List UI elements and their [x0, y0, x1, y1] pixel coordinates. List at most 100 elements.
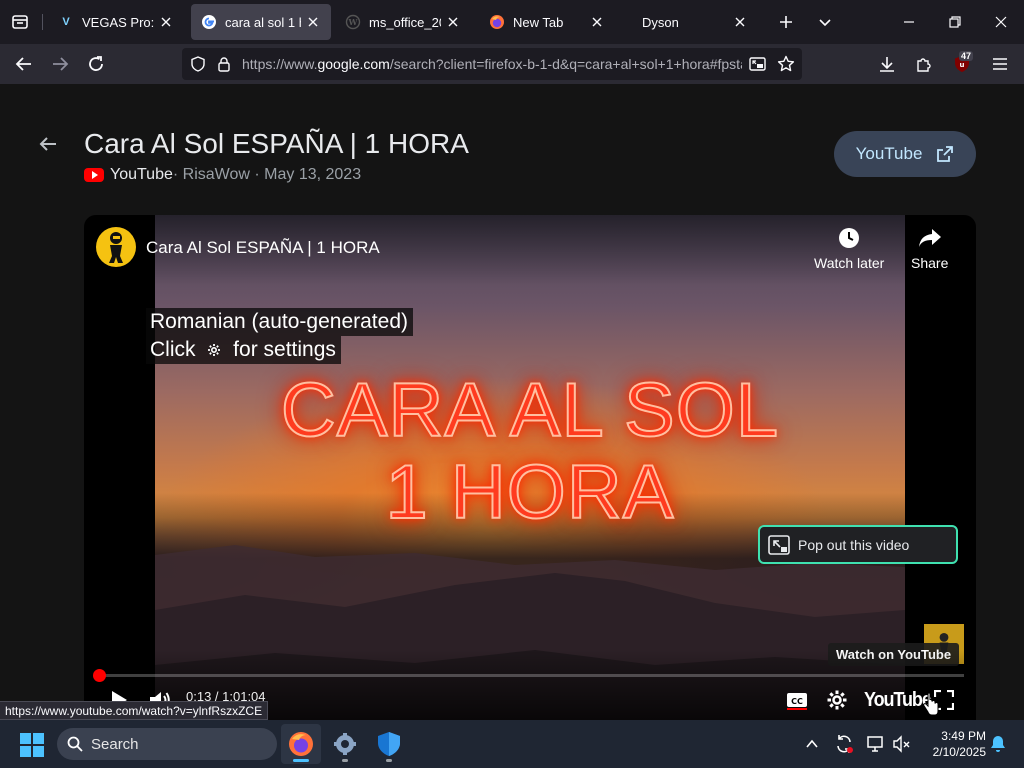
url-path: /search?client=firefox-b-1-d&q=cara+al+s… [389, 56, 742, 72]
forward-arrow-icon [53, 57, 69, 71]
watch-later-button[interactable]: Watch later [814, 227, 884, 271]
clock-icon [839, 228, 860, 248]
share-arrow-icon [918, 229, 941, 247]
settings-gear-icon [334, 733, 356, 755]
sync-icon [837, 735, 853, 753]
reload-icon [89, 56, 103, 71]
watch-later-label: Watch later [814, 255, 885, 271]
lock-icon[interactable] [214, 54, 234, 74]
taskbar-defender[interactable] [369, 724, 409, 764]
settings-button[interactable] [824, 685, 850, 715]
new-tab-button[interactable] [772, 8, 800, 36]
app-menu-button[interactable] [986, 50, 1014, 78]
restore-icon [949, 16, 961, 28]
tray-network-button[interactable] [864, 732, 888, 756]
share-button[interactable]: Share [911, 227, 948, 271]
list-all-tabs-button[interactable] [811, 8, 839, 36]
url-domain: google.com [317, 56, 390, 72]
tray-sync-button[interactable] [832, 732, 856, 756]
shield-icon[interactable] [188, 54, 208, 74]
tray-volume-button[interactable] [890, 732, 914, 756]
subtitles-button[interactable]: CC [784, 685, 810, 715]
tab-ms-office[interactable]: W ms_office_2010_ [335, 4, 471, 40]
taskbar-firefox[interactable] [281, 724, 321, 764]
video-player[interactable]: CARA AL SOL 1 HORA Cara Al Sol ESPAÑA | … [84, 215, 976, 720]
clock-time: 3:49 PM [941, 729, 986, 743]
back-arrow-icon [39, 137, 56, 151]
downloads-button[interactable] [873, 50, 901, 78]
tab-title: New Tab [513, 14, 564, 30]
extensions-button[interactable] [910, 50, 938, 78]
clock-date: 2/10/2025 [932, 745, 986, 759]
reload-button[interactable] [82, 50, 110, 78]
video-overlay-text-line1: CARA AL SOL [280, 368, 780, 453]
close-icon [995, 16, 1007, 28]
network-icon [867, 736, 883, 752]
pop-out-icon [768, 534, 790, 555]
tab-vegas[interactable]: V VEGAS Pro: Vide [48, 4, 184, 40]
address-bar[interactable]: https://www.google.com/search?client=fir… [182, 48, 802, 80]
pop-out-label: Pop out this video [798, 536, 910, 553]
pop-out-video-button[interactable]: Pop out this video [758, 525, 958, 564]
svg-text:W: W [348, 17, 359, 27]
svg-text:CC: CC [791, 697, 803, 706]
caption-line-1: Romanian (auto-generated) [146, 308, 413, 336]
shield-icon [378, 732, 400, 756]
caption-window[interactable]: Romanian (auto-generated) Click for sett… [146, 308, 413, 364]
system-clock[interactable]: 3:49 PM 2/10/2025 [920, 728, 986, 760]
tab-dyson[interactable]: Dyson [622, 4, 758, 40]
chevron-up-icon [806, 739, 818, 748]
search-icon [67, 736, 83, 752]
navigation-toolbar: https://www.google.com/search?client=fir… [0, 44, 1024, 84]
back-button[interactable] [10, 50, 38, 78]
channel-avatar[interactable] [96, 227, 136, 267]
forward-button[interactable] [46, 50, 74, 78]
windows-logo-icon [20, 733, 44, 757]
tab-title: cara al sol 1 hora [225, 14, 301, 30]
settings-gear-icon [208, 344, 221, 356]
caption-text-before: Click [150, 338, 202, 361]
link-status-bar: https://www.youtube.com/watch?v=ylnfRszx… [0, 701, 269, 720]
progress-scrubber[interactable] [93, 669, 107, 682]
closed-captions-icon: CC [787, 693, 807, 710]
extension-count-badge: 47 [959, 51, 974, 61]
close-preview-button[interactable] [36, 132, 60, 156]
download-icon [880, 57, 894, 72]
picture-in-picture-icon[interactable] [748, 54, 768, 74]
taskbar-search[interactable]: Search [57, 728, 277, 760]
firefox-view-button[interactable] [6, 8, 34, 36]
close-icon[interactable] [589, 14, 605, 30]
tab-new-tab[interactable]: New Tab [479, 4, 615, 40]
show-hidden-icons-button[interactable] [800, 732, 824, 756]
tab-title: Dyson [642, 14, 679, 30]
youtube-wordmark-button[interactable]: YouTube [864, 685, 932, 715]
progress-bar[interactable] [93, 669, 964, 682]
taskbar-settings[interactable] [325, 724, 365, 764]
running-indicator [342, 759, 348, 762]
caption-line-2: Click for settings [146, 336, 341, 364]
bookmark-star-icon[interactable] [776, 54, 796, 74]
running-indicator [386, 759, 392, 762]
active-indicator [293, 759, 309, 762]
restore-button[interactable] [932, 0, 978, 44]
minimize-button[interactable] [886, 0, 932, 44]
close-icon[interactable] [732, 14, 748, 30]
vegas-icon: V [62, 16, 70, 28]
player-video-title[interactable]: Cara Al Sol ESPAÑA | 1 HORA [146, 238, 380, 258]
close-icon[interactable] [305, 14, 321, 30]
start-button[interactable] [20, 733, 44, 757]
svg-text:u: u [960, 61, 965, 69]
close-icon[interactable] [158, 14, 174, 30]
open-in-youtube-label: YouTube [855, 144, 923, 163]
notifications-button[interactable] [986, 732, 1010, 756]
volume-muted-icon [893, 735, 910, 753]
close-icon[interactable] [445, 14, 461, 30]
youtube-logo-icon [84, 168, 104, 182]
url-text[interactable]: https://www.google.com/search?client=fir… [242, 56, 742, 72]
open-in-youtube-button[interactable]: YouTube [834, 131, 976, 177]
taskbar-search-label: Search [91, 735, 139, 753]
video-meta: YouTube · RisaWow · May 13, 2023 [84, 166, 361, 184]
tab-google-search[interactable]: cara al sol 1 hora [191, 4, 331, 40]
close-window-button[interactable] [978, 0, 1024, 44]
puzzle-icon [917, 58, 931, 72]
